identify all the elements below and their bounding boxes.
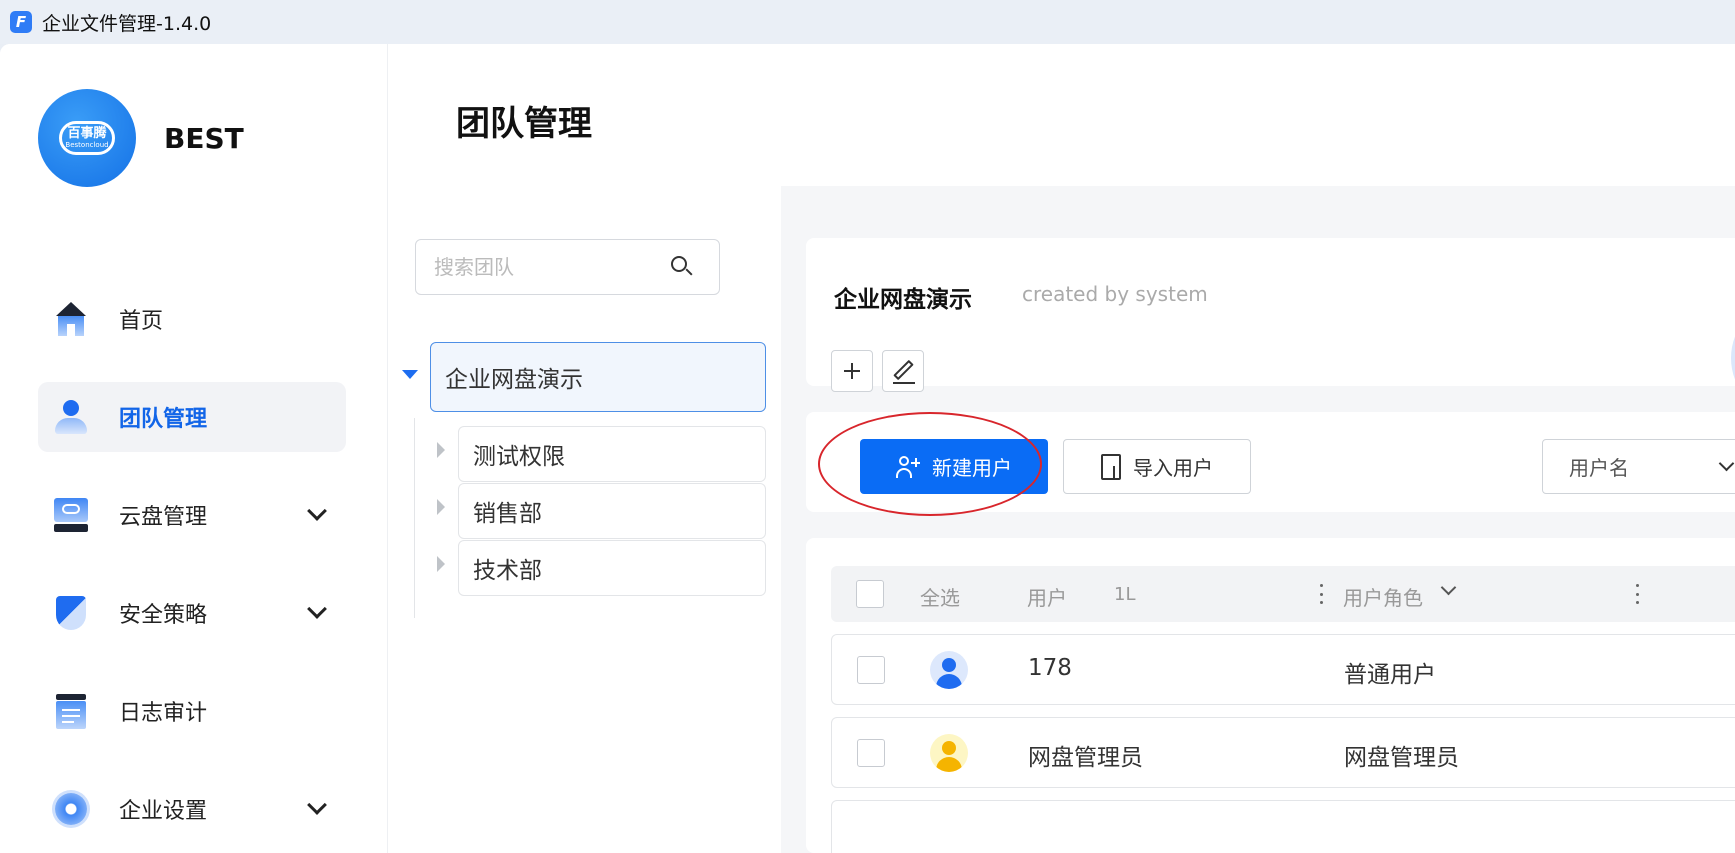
toolbar-card: 新建用户 导入用户 用户名 <box>806 412 1735 512</box>
team-name: 企业网盘演示 <box>834 287 972 313</box>
sidebar-item-team-management[interactable]: 团队管理 <box>38 382 346 452</box>
select-all-checkbox[interactable] <box>856 580 884 608</box>
column-header-select-all[interactable]: 全选 <box>920 582 960 611</box>
column-menu-icon[interactable] <box>1320 584 1323 604</box>
cloud-disk-icon <box>52 496 90 534</box>
decorative-arc <box>1731 298 1735 418</box>
tree-guide-line <box>414 418 415 618</box>
logo-text-cn: 百事腾 <box>67 126 107 141</box>
sidebar-item-label: 云盘管理 <box>119 505 208 530</box>
sidebar-item-enterprise-settings[interactable]: 企业设置 <box>38 774 346 844</box>
cell-user: 网盘管理员 <box>1028 745 1143 771</box>
avatar <box>930 734 968 772</box>
chevron-down-icon[interactable] <box>1440 579 1457 596</box>
logo-cloud-icon: 百事腾 Bestoncloud <box>59 121 115 155</box>
table-row[interactable]: 网盘管理员 网盘管理员 <box>831 717 1735 788</box>
sort-icon[interactable]: 1L <box>1114 584 1135 605</box>
import-file-icon <box>1101 453 1121 480</box>
sidebar: 百事腾 Bestoncloud BEST 首页 团队管理 云盘管理 安全策略 日… <box>0 44 388 853</box>
caret-right-icon[interactable] <box>437 556 445 572</box>
cell-role: 普通用户 <box>1344 662 1436 688</box>
row-checkbox[interactable] <box>857 656 885 684</box>
team-icon <box>52 398 90 436</box>
edit-icon <box>893 359 914 381</box>
team-search-input[interactable] <box>434 255 664 279</box>
tree-node-tech[interactable]: 技术部 <box>458 540 766 596</box>
add-subteam-button[interactable] <box>831 350 873 392</box>
new-user-button[interactable]: 新建用户 <box>860 439 1048 494</box>
gear-icon <box>52 790 90 828</box>
column-header-user[interactable]: 用户 <box>1027 582 1067 611</box>
page-title: 团队管理 <box>456 104 592 144</box>
column-header-role[interactable]: 用户角色 <box>1343 582 1423 611</box>
team-search-box[interactable] <box>415 239 720 295</box>
filter-field-select[interactable]: 用户名 <box>1542 439 1735 494</box>
sidebar-item-cloud-disk[interactable]: 云盘管理 <box>38 480 346 550</box>
brand-name: BEST <box>164 122 244 155</box>
tree-node-root[interactable]: 企业网盘演示 <box>430 342 766 412</box>
column-menu-icon[interactable] <box>1636 584 1639 604</box>
add-user-icon <box>896 455 920 479</box>
company-logo: 百事腾 Bestoncloud <box>38 89 136 187</box>
team-meta: created by system <box>1022 282 1208 306</box>
sidebar-item-label: 首页 <box>119 309 164 334</box>
tree-node-label: 测试权限 <box>473 444 565 470</box>
sidebar-item-log-audit[interactable]: 日志审计 <box>38 676 346 746</box>
tree-node-label: 企业网盘演示 <box>445 367 583 393</box>
cell-user: 178 <box>1028 655 1072 681</box>
sidebar-item-label: 安全策略 <box>119 603 208 628</box>
chevron-down-icon <box>1718 455 1735 472</box>
sidebar-item-label: 团队管理 <box>119 407 208 432</box>
home-icon <box>52 300 90 338</box>
app-window: 百事腾 Bestoncloud BEST 首页 团队管理 云盘管理 安全策略 日… <box>0 44 1735 853</box>
edit-team-button[interactable] <box>882 350 924 392</box>
caret-down-icon[interactable] <box>402 370 418 379</box>
logo-text-en: Bestoncloud <box>65 141 109 149</box>
tree-node-label: 销售部 <box>473 501 542 527</box>
title-bar: F 企业文件管理-1.4.0 <box>0 0 1735 44</box>
caret-right-icon[interactable] <box>437 442 445 458</box>
sidebar-item-label: 企业设置 <box>119 799 208 824</box>
caret-right-icon[interactable] <box>437 499 445 515</box>
tree-node-label: 技术部 <box>473 558 542 584</box>
row-checkbox[interactable] <box>857 739 885 767</box>
tree-node-test-permissions[interactable]: 测试权限 <box>458 426 766 482</box>
new-user-label: 新建用户 <box>932 456 1012 480</box>
search-icon[interactable] <box>671 256 693 276</box>
team-tree-panel: 企业网盘演示 测试权限 销售部 技术部 <box>390 170 780 853</box>
content-area: 企业网盘演示 created by system 新建用户 导入用户 用户名 全… <box>781 186 1735 853</box>
tree-node-sales[interactable]: 销售部 <box>458 483 766 539</box>
table-row[interactable] <box>831 800 1735 853</box>
chevron-down-icon[interactable] <box>307 501 327 521</box>
table-header: 全选 用户 1L 用户角色 <box>831 566 1735 622</box>
cell-role: 网盘管理员 <box>1344 745 1459 771</box>
app-icon: F <box>10 11 32 33</box>
team-info-card: 企业网盘演示 created by system <box>806 238 1735 418</box>
sidebar-item-home[interactable]: 首页 <box>38 284 346 354</box>
sidebar-item-label: 日志审计 <box>119 701 208 726</box>
sidebar-item-security[interactable]: 安全策略 <box>38 578 346 648</box>
table-row[interactable]: 178 普通用户 <box>831 634 1735 705</box>
import-user-label: 导入用户 <box>1133 456 1213 480</box>
log-icon <box>52 692 90 730</box>
chevron-down-icon[interactable] <box>307 599 327 619</box>
chevron-down-icon[interactable] <box>307 795 327 815</box>
import-user-button[interactable]: 导入用户 <box>1063 439 1251 494</box>
avatar <box>930 651 968 689</box>
shield-icon <box>52 594 90 632</box>
window-title: 企业文件管理-1.4.0 <box>42 12 212 35</box>
user-table-card: 全选 用户 1L 用户角色 178 普通用户 网盘管理员 网盘管理员 <box>806 538 1735 853</box>
filter-field-value: 用户名 <box>1569 456 1629 480</box>
